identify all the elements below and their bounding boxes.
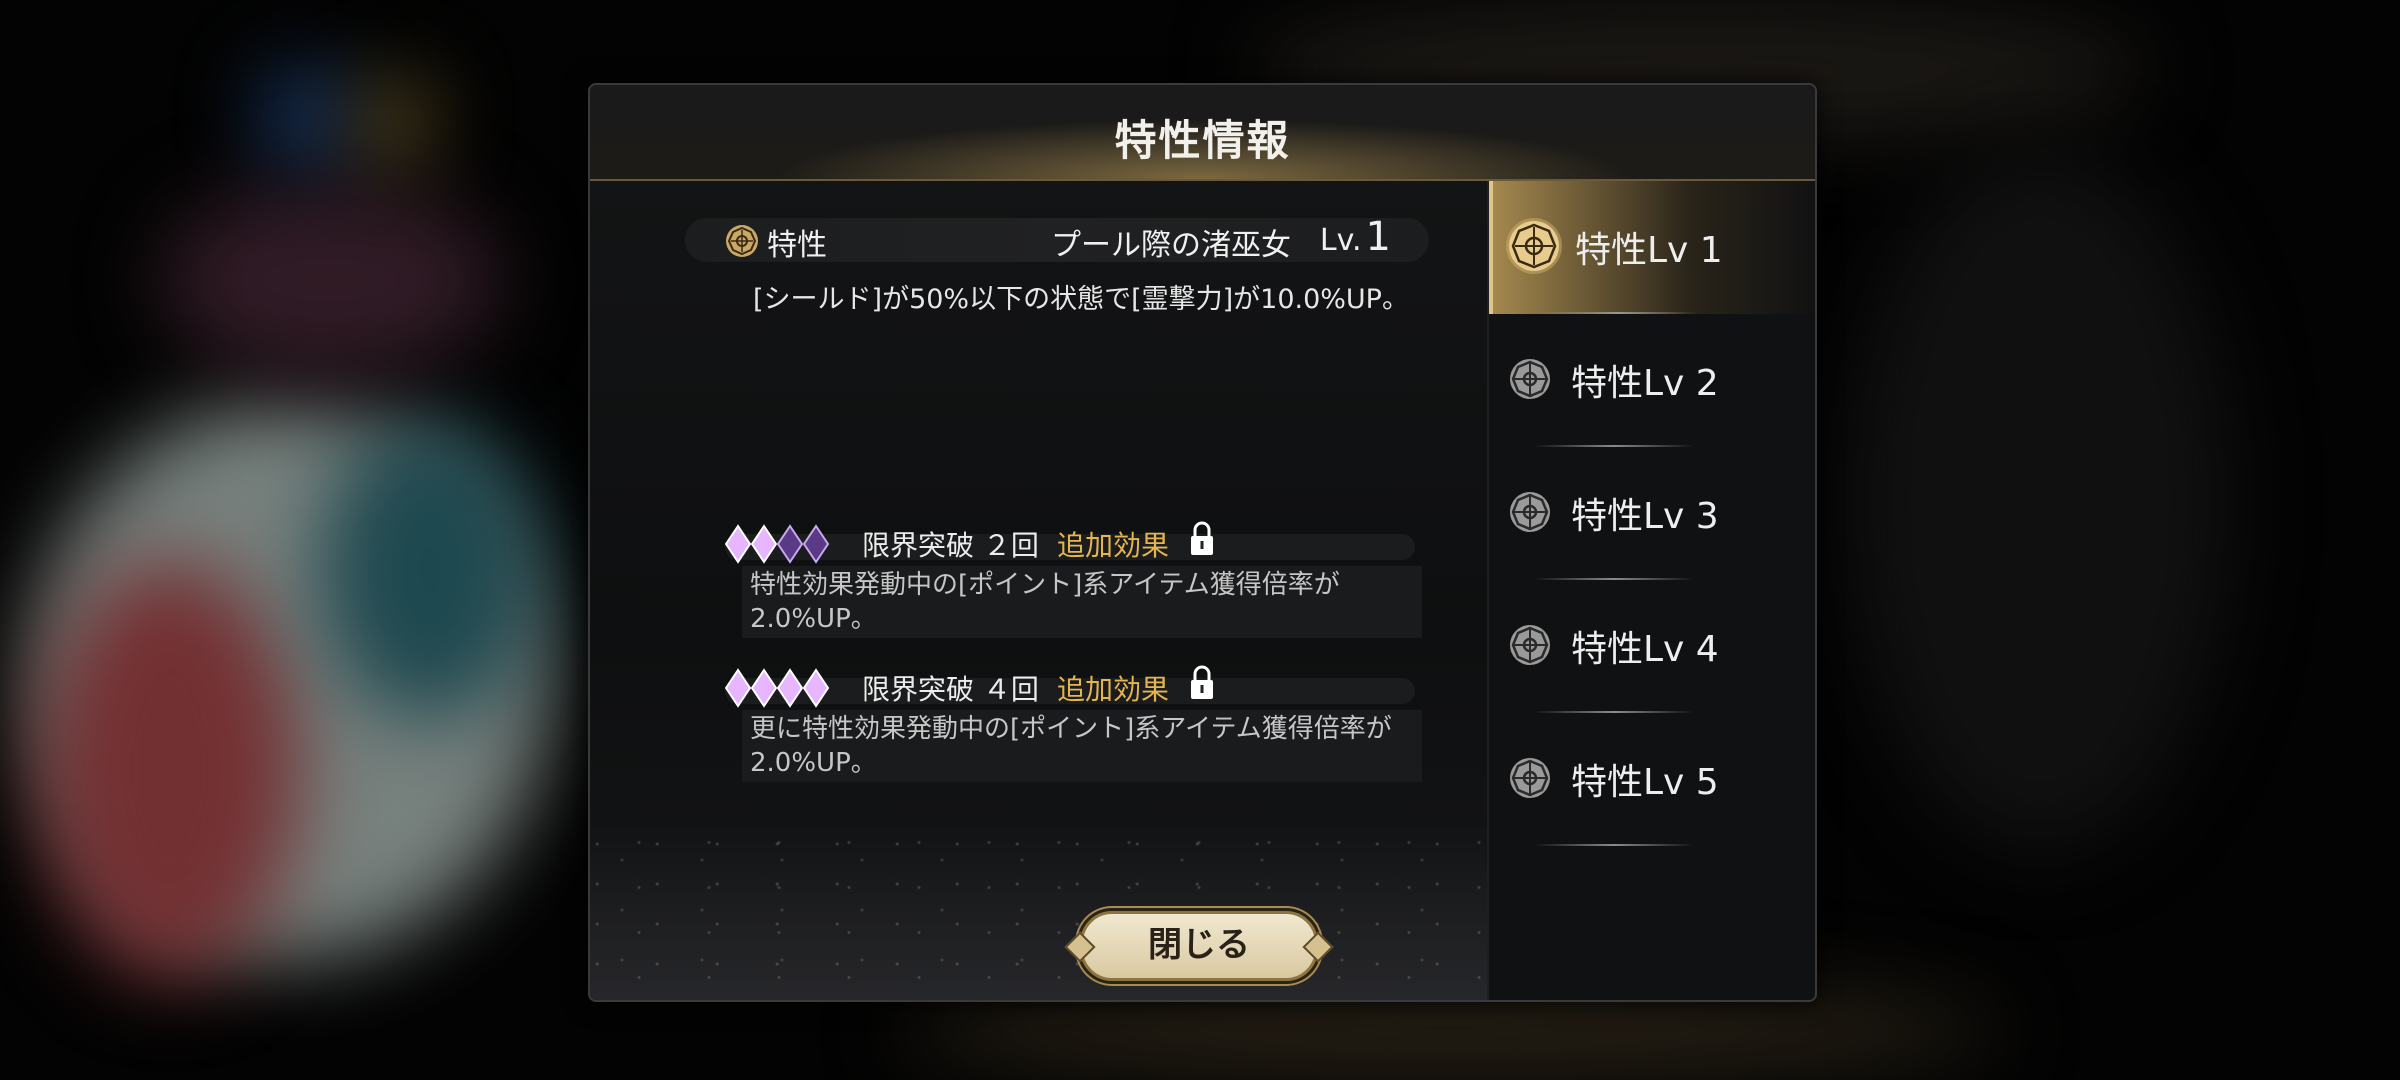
trait-emblem-icon bbox=[1506, 218, 1562, 274]
close-button[interactable]: 閉じる bbox=[1064, 911, 1334, 981]
trait-emblem-icon bbox=[1510, 625, 1550, 665]
limit-break-diamonds bbox=[725, 668, 830, 708]
limit-break-diamonds bbox=[725, 524, 830, 564]
diamond-filled-icon bbox=[725, 668, 752, 708]
tab-label: 特性Lv 4 bbox=[1571, 629, 1719, 670]
dialog-title: 特性情報 bbox=[1114, 116, 1291, 165]
tab-trait-lv-5[interactable]: 特性Lv 5 bbox=[1489, 713, 1815, 846]
limit-break-row-2: 限界突破 ２回 追加効果 bbox=[725, 521, 1415, 564]
trait-level-sidebar: 特性Lv 1 特性Lv 2 特性Lv 3 特性Lv 4 特性Lv 5 bbox=[1487, 181, 1815, 1000]
dialog-header: 特性情報 bbox=[590, 85, 1815, 181]
diamond-filled-icon bbox=[776, 668, 804, 708]
extra-effect-label: 追加効果 bbox=[1057, 529, 1170, 562]
diamond-empty-icon bbox=[802, 524, 830, 564]
trait-level: Lv. 1 bbox=[1319, 214, 1391, 260]
trait-emblem-icon bbox=[1510, 492, 1550, 532]
limit-break-effect-2: 特性効果発動中の[ポイント]系アイテム獲得倍率が 2.0%UP。 bbox=[742, 566, 1422, 638]
tab-trait-lv-2[interactable]: 特性Lv 2 bbox=[1489, 314, 1815, 447]
lock-icon bbox=[1191, 665, 1213, 699]
tab-label: 特性Lv 3 bbox=[1571, 496, 1719, 537]
trait-row: 特性 プール際の渚巫女 Lv. 1 bbox=[685, 214, 1429, 263]
trait-emblem-icon bbox=[1510, 359, 1550, 399]
tab-trait-lv-4[interactable]: 特性Lv 4 bbox=[1489, 580, 1815, 713]
tab-label: 特性Lv 5 bbox=[1571, 762, 1719, 803]
limit-break-row-4: 限界突破 ４回 追加効果 bbox=[725, 665, 1415, 708]
tab-label: 特性Lv 1 bbox=[1575, 230, 1723, 271]
diamond-filled-icon bbox=[725, 524, 752, 564]
lock-icon bbox=[1191, 521, 1213, 555]
trait-label: 特性 bbox=[767, 228, 827, 263]
diamond-filled-icon bbox=[802, 668, 830, 708]
tab-trait-lv-3[interactable]: 特性Lv 3 bbox=[1489, 447, 1815, 580]
limit-break-label: 限界突破 ４回 bbox=[862, 673, 1039, 706]
tab-label: 特性Lv 2 bbox=[1571, 363, 1719, 404]
diamond-filled-icon bbox=[750, 524, 778, 564]
trait-emblem-icon bbox=[726, 225, 758, 257]
trait-emblem-icon bbox=[1510, 758, 1550, 798]
trait-description: [シールド]が50%以下の状態で[霊撃力]が10.0%UP。 bbox=[753, 284, 1409, 315]
trait-info-dialog: 特性情報 特性 プール際の渚巫女 Lv. 1 [シールド]が50%以下の状態で[霊… bbox=[588, 83, 1817, 1002]
trait-name: プール際の渚巫女 bbox=[1051, 228, 1291, 263]
extra-effect-label: 追加効果 bbox=[1057, 673, 1170, 706]
limit-break-effect-4: 更に特性効果発動中の[ポイント]系アイテム獲得倍率が 2.0%UP。 bbox=[742, 710, 1422, 782]
diamond-empty-icon bbox=[776, 524, 804, 564]
limit-break-label: 限界突破 ２回 bbox=[862, 529, 1039, 562]
diamond-filled-icon bbox=[750, 668, 778, 708]
tab-trait-lv-1[interactable]: 特性Lv 1 bbox=[1489, 181, 1815, 314]
